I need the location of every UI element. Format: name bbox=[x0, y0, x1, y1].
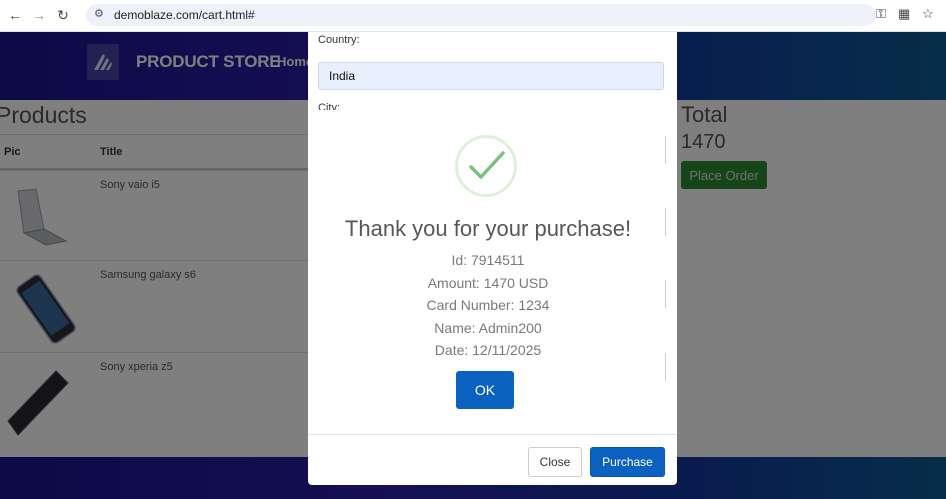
translate-icon[interactable]: ▦ bbox=[898, 6, 910, 22]
order-card-number: Card Number: 1234 bbox=[426, 297, 550, 313]
input-edge bbox=[662, 353, 666, 381]
city-label: City: bbox=[318, 102, 340, 110]
password-key-icon[interactable]: ⚿ bbox=[876, 6, 886, 22]
close-button[interactable]: Close bbox=[528, 447, 582, 477]
site-settings-icon[interactable]: ⚙ bbox=[94, 7, 104, 20]
page-viewport: PRODUCT STORE Home Products Total 1470 P… bbox=[0, 32, 946, 499]
order-name: Name: Admin200 bbox=[434, 319, 542, 336]
input-edge bbox=[662, 208, 666, 236]
address-bar[interactable]: ⚙ demoblaze.com/cart.html# bbox=[86, 4, 876, 26]
order-id: Id: 7914511 bbox=[451, 252, 525, 268]
order-amount: Amount: 1470 USD bbox=[427, 274, 549, 291]
order-date: Date: 12/11/2025 bbox=[434, 342, 542, 358]
reload-icon[interactable]: ↻ bbox=[54, 6, 72, 24]
bookmark-star-icon[interactable]: ☆ bbox=[922, 6, 934, 22]
input-edge bbox=[662, 280, 666, 308]
input-edge bbox=[662, 136, 666, 164]
forward-icon[interactable]: → bbox=[30, 6, 48, 24]
ok-button[interactable]: OK bbox=[456, 371, 514, 409]
country-label: Country: bbox=[318, 34, 360, 46]
url-text: demoblaze.com/cart.html# bbox=[114, 8, 255, 22]
modal-footer: Close Purchase bbox=[308, 434, 677, 485]
success-check-icon bbox=[455, 135, 517, 197]
country-input[interactable]: India bbox=[318, 62, 664, 90]
back-icon[interactable]: ← bbox=[6, 6, 24, 24]
alert-title: Thank you for your purchase! bbox=[344, 216, 632, 241]
order-details: Id: 7914511 Amount: 1470 USD Card Number… bbox=[318, 249, 658, 362]
browser-toolbar: ← → ↻ ⚙ demoblaze.com/cart.html# ⚿ ▦ ☆ bbox=[0, 0, 946, 32]
purchase-confirmation-alert: Thank you for your purchase! Id: 7914511… bbox=[318, 120, 658, 418]
purchase-button[interactable]: Purchase bbox=[590, 447, 665, 477]
